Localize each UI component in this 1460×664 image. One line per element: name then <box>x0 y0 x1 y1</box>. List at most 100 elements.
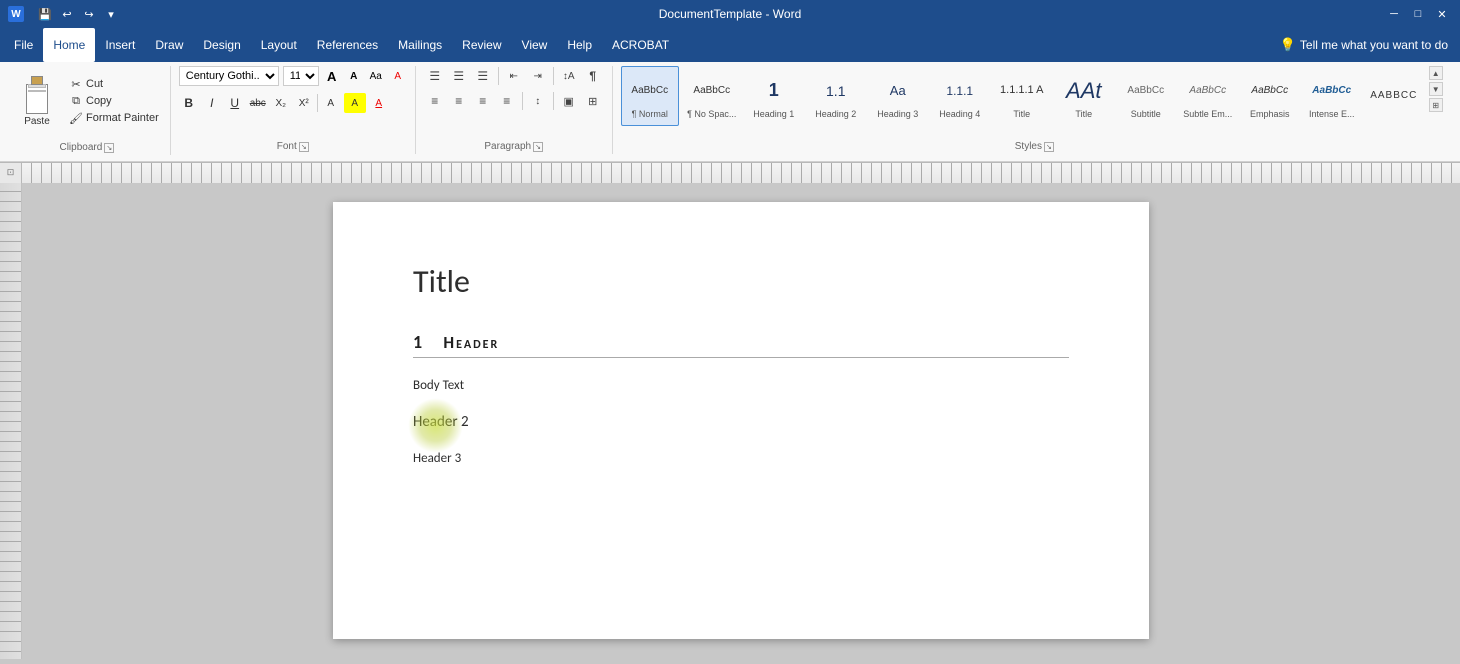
menu-references[interactable]: References <box>307 28 388 62</box>
save-button[interactable]: 💾 <box>36 5 54 23</box>
tell-me-bar[interactable]: 💡 Tell me what you want to do <box>1272 28 1456 62</box>
italic-button[interactable]: I <box>202 93 222 113</box>
menu-mailings[interactable]: Mailings <box>388 28 452 62</box>
copy-button[interactable]: ⧉ Copy <box>66 94 162 109</box>
title-bar-left: W 💾 ↩ ↪ ▾ <box>8 5 126 23</box>
menu-acrobat[interactable]: ACROBAT <box>602 28 679 62</box>
clipboard-expand-button[interactable]: ↘ <box>104 143 114 153</box>
style-title-alt[interactable]: AAt Title <box>1055 66 1113 126</box>
font-grow-button[interactable]: A <box>323 67 341 85</box>
style-heading4-preview: 1.1.1 <box>946 73 973 109</box>
style-heading2[interactable]: 1.1 Heading 2 <box>807 66 865 126</box>
style-caps[interactable]: AABBCC <box>1365 66 1423 126</box>
style-emphasis[interactable]: AaBbCc Emphasis <box>1241 66 1299 126</box>
bold-button[interactable]: B <box>179 93 199 113</box>
window-controls: ─ □ ✕ <box>1384 4 1452 24</box>
cut-label: Cut <box>86 78 103 90</box>
style-intense-emphasis[interactable]: AaBbCc Intense E... <box>1303 66 1361 126</box>
menu-insert[interactable]: Insert <box>95 28 145 62</box>
styles-expand[interactable]: ⊞ <box>1429 98 1443 112</box>
clipboard-group: Paste ✂ Cut ⧉ Copy 🖌 Format Painter <box>4 66 171 155</box>
align-right-button[interactable]: ≡ <box>472 91 494 111</box>
style-subtle-emphasis[interactable]: AaBbCc Subtle Em... <box>1179 66 1237 126</box>
window-title: DocumentTemplate - Word <box>659 7 802 21</box>
style-normal-preview: AaBbCc <box>631 73 668 109</box>
font-expand-button[interactable]: ↘ <box>299 142 309 152</box>
font-shrink-button[interactable]: A <box>345 67 363 85</box>
style-heading4-label: Heading 4 <box>939 109 980 119</box>
font-size-select[interactable]: 11 <box>283 66 319 86</box>
style-title-large-label: Title <box>1013 109 1030 119</box>
style-heading3[interactable]: Aa Heading 3 <box>869 66 927 126</box>
line-spacing-button[interactable]: ↕ <box>527 91 549 111</box>
close-button[interactable]: ✕ <box>1432 4 1452 24</box>
bullets-button[interactable]: ☰ <box>424 66 446 86</box>
paragraph-group-label: Paragraph ↘ <box>424 139 604 154</box>
font-name-row: Century Gothi... 11 A A Aa A <box>179 66 407 86</box>
style-title-large[interactable]: 1.1.1.1 A Title <box>993 66 1051 126</box>
indent-decrease-button[interactable]: ⇤ <box>503 66 525 86</box>
menu-layout[interactable]: Layout <box>251 28 307 62</box>
style-heading1[interactable]: 1 Heading 1 <box>745 66 803 126</box>
clipboard-group-label: Clipboard ↘ <box>12 140 162 155</box>
shading-button[interactable]: ▣ <box>558 91 580 111</box>
menu-file[interactable]: File <box>4 28 43 62</box>
style-heading1-preview: 1 <box>769 73 779 109</box>
styles-scroll-down[interactable]: ▼ <box>1429 82 1443 96</box>
style-no-spacing-preview: AaBbCc <box>693 73 730 109</box>
style-no-spacing[interactable]: AaBbCc ¶ No Spac... <box>683 66 741 126</box>
style-no-spacing-label: ¶ No Spac... <box>687 109 736 119</box>
indent-increase-button[interactable]: ⇥ <box>527 66 549 86</box>
multilevel-button[interactable]: ☰ <box>472 66 494 86</box>
word-icon: W <box>8 6 24 22</box>
font-color-button[interactable]: A <box>369 93 389 113</box>
main-area: Title 1 Header Body Text Header 2 Header… <box>0 182 1460 659</box>
align-left-button[interactable]: ≡ <box>424 91 446 111</box>
menu-home[interactable]: Home <box>43 28 95 62</box>
borders-button[interactable]: ⊞ <box>582 91 604 111</box>
paste-button[interactable]: Paste <box>12 66 62 136</box>
style-heading4[interactable]: 1.1.1 Heading 4 <box>931 66 989 126</box>
text-effects-button[interactable]: A <box>321 93 341 113</box>
format-painter-icon: 🖌 <box>69 112 83 125</box>
style-normal[interactable]: AaBbCc ¶ Normal <box>621 66 679 126</box>
cut-button[interactable]: ✂ Cut <box>66 77 162 92</box>
show-paragraph-button[interactable]: ¶ <box>582 66 604 86</box>
sort-button[interactable]: ↕A <box>558 66 580 86</box>
subscript-button[interactable]: X₂ <box>271 93 291 113</box>
style-emphasis-preview: AaBbCc <box>1251 73 1288 109</box>
clear-format-button[interactable]: A <box>389 67 407 85</box>
redo-button[interactable]: ↪ <box>80 5 98 23</box>
styles-group-label: Styles ↘ <box>621 139 1448 154</box>
restore-button[interactable]: □ <box>1408 4 1428 24</box>
font-name-select[interactable]: Century Gothi... <box>179 66 279 86</box>
font-case-button[interactable]: Aa <box>367 67 385 85</box>
menu-design[interactable]: Design <box>193 28 250 62</box>
menu-help[interactable]: Help <box>557 28 602 62</box>
strikethrough-button[interactable]: abc <box>248 93 268 113</box>
lightbulb-icon: 💡 <box>1280 37 1296 53</box>
menu-draw[interactable]: Draw <box>145 28 193 62</box>
heading1-number: 1 <box>413 331 423 353</box>
style-heading3-label: Heading 3 <box>877 109 918 119</box>
superscript-button[interactable]: X² <box>294 93 314 113</box>
paragraph-expand-button[interactable]: ↘ <box>533 142 543 152</box>
menu-review[interactable]: Review <box>452 28 511 62</box>
ribbon: Paste ✂ Cut ⧉ Copy 🖌 Format Painter <box>0 62 1460 162</box>
style-subtitle[interactable]: AaBbCc Subtitle <box>1117 66 1175 126</box>
align-center-button[interactable]: ≡ <box>448 91 470 111</box>
styles-expand-button[interactable]: ↘ <box>1044 142 1054 152</box>
ruler-marks <box>22 163 1460 183</box>
minimize-button[interactable]: ─ <box>1384 4 1404 24</box>
justify-button[interactable]: ≡ <box>496 91 518 111</box>
ruler-corner-icon: ⊡ <box>7 167 15 178</box>
undo-button[interactable]: ↩ <box>58 5 76 23</box>
underline-button[interactable]: U <box>225 93 245 113</box>
format-painter-button[interactable]: 🖌 Format Painter <box>66 111 162 126</box>
format-painter-label: Format Painter <box>86 112 159 124</box>
numbering-button[interactable]: ☰ <box>448 66 470 86</box>
highlight-color-button[interactable]: A <box>344 93 366 113</box>
menu-view[interactable]: View <box>512 28 558 62</box>
customize-qa-button[interactable]: ▾ <box>102 5 120 23</box>
styles-scroll-up[interactable]: ▲ <box>1429 66 1443 80</box>
